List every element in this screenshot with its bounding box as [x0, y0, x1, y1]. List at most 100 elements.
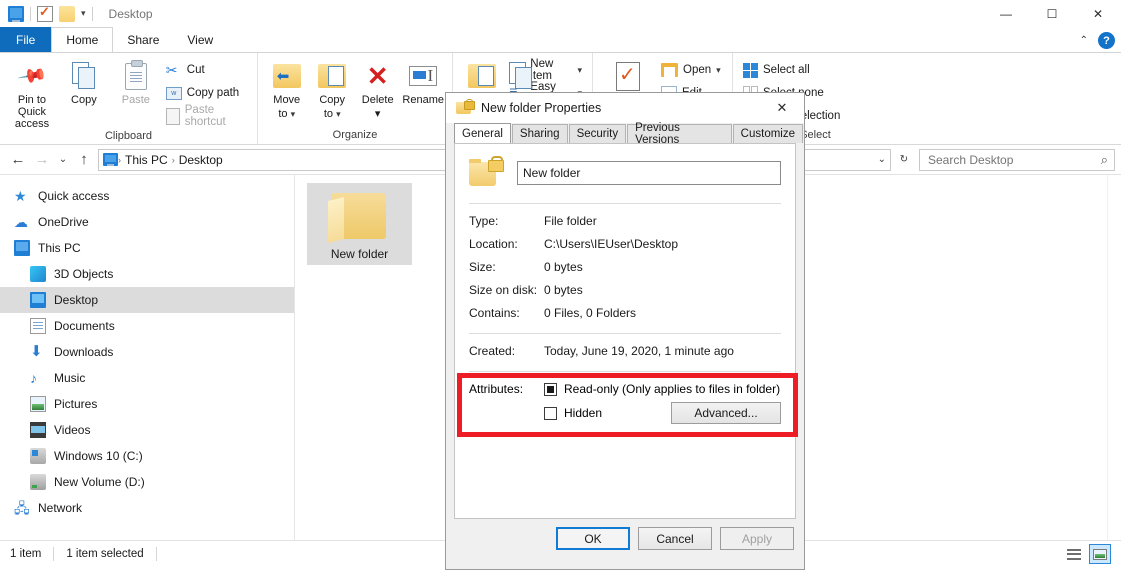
new-item-button[interactable]: New item ▾	[505, 60, 586, 80]
folder-name-input[interactable]	[517, 161, 781, 185]
forward-button[interactable]: →	[30, 148, 54, 172]
tab-home[interactable]: Home	[51, 27, 113, 52]
minimize-button[interactable]: —	[983, 0, 1029, 27]
property-label: Location:	[469, 237, 544, 251]
open-button[interactable]: Open ▾	[657, 60, 725, 80]
tab-file[interactable]: File	[0, 27, 51, 52]
button-label: Pin to Quick access	[8, 94, 56, 130]
copy-button[interactable]: Copy	[58, 56, 110, 106]
copy-path-button[interactable]: w Copy path	[162, 83, 251, 103]
group-label-clipboard: Clipboard	[0, 130, 257, 145]
property-label: Contains:	[469, 306, 544, 320]
sidebar-item-new-volume-d[interactable]: New Volume (D:)	[0, 469, 294, 495]
refresh-button[interactable]: ↻	[895, 148, 913, 172]
property-value: Today, June 19, 2020, 1 minute ago	[544, 344, 781, 358]
sidebar-item-label: This PC	[38, 241, 81, 255]
cut-button[interactable]: ✂ Cut	[162, 60, 251, 80]
sidebar-item-onedrive[interactable]: ☁ OneDrive	[0, 209, 294, 235]
property-row-size-on-disk: Size on disk: 0 bytes	[469, 283, 781, 297]
sidebar-item-this-pc[interactable]: This PC	[0, 235, 294, 261]
select-all-button[interactable]: Select all	[739, 60, 844, 80]
cancel-button[interactable]: Cancel	[638, 527, 712, 550]
window-title: Desktop	[109, 7, 153, 21]
hidden-checkbox[interactable]	[544, 407, 557, 420]
button-label: Paste	[122, 94, 150, 106]
status-item-count: 1 item	[10, 548, 41, 560]
button-label: Copy	[319, 94, 345, 106]
new-folder-button[interactable]	[459, 56, 505, 92]
dialog-close-button[interactable]: ✕	[760, 93, 804, 123]
maximize-button[interactable]: ☐	[1029, 0, 1075, 27]
sidebar-item-quick-access[interactable]: ★ Quick access	[0, 183, 294, 209]
tab-customize[interactable]: Customize	[733, 124, 803, 143]
tab-view[interactable]: View	[173, 27, 227, 52]
sidebar-item-downloads[interactable]: ⬇ Downloads	[0, 339, 294, 365]
sidebar-item-network[interactable]: 🖧 Network	[0, 495, 294, 521]
ribbon-tab-strip: File Home Share View ⌃ ?	[0, 27, 1121, 52]
breadcrumb-this-pc[interactable]: This PC	[121, 153, 172, 167]
tab-previous-versions[interactable]: Previous Versions	[627, 124, 732, 143]
details-view-button[interactable]	[1063, 544, 1085, 564]
large-icons-view-button[interactable]	[1089, 544, 1111, 564]
chevron-down-icon: ▾	[577, 65, 582, 76]
property-row-size: Size: 0 bytes	[469, 260, 781, 274]
new-folder-icon[interactable]	[59, 6, 75, 22]
attribute-row-readonly: Attributes: Read-only (Only applies to f…	[469, 382, 781, 396]
downloads-icon: ⬇	[30, 344, 46, 360]
address-dropdown-icon[interactable]: ⌄	[878, 154, 886, 165]
list-item[interactable]: New folder	[307, 183, 412, 265]
tab-security[interactable]: Security	[569, 124, 627, 143]
hidden-label: Hidden	[564, 406, 602, 420]
new-item-icon	[509, 62, 525, 78]
read-only-checkbox[interactable]	[544, 383, 557, 396]
tab-sharing[interactable]: Sharing	[512, 124, 568, 143]
sidebar-item-desktop[interactable]: Desktop	[0, 287, 294, 313]
sidebar-item-label: Desktop	[54, 293, 98, 307]
pc-icon	[14, 240, 30, 256]
search-icon[interactable]: ⌕	[1101, 152, 1108, 168]
close-button[interactable]: ✕	[1075, 0, 1121, 27]
tab-general[interactable]: General	[454, 123, 511, 143]
search-input[interactable]	[926, 152, 1101, 168]
copy-to-button[interactable]: Copy to ▾	[309, 56, 354, 120]
properties-icon[interactable]	[37, 6, 53, 22]
move-to-button[interactable]: Move to ▾	[264, 56, 309, 120]
sidebar-item-label: New Volume (D:)	[54, 475, 145, 489]
view-mode-buttons	[1063, 544, 1111, 564]
search-box[interactable]: ⌕	[919, 149, 1115, 171]
navigation-pane: ★ Quick access ☁ OneDrive This PC 3D Obj…	[0, 175, 295, 540]
collapse-ribbon-icon[interactable]: ⌃	[1080, 35, 1088, 46]
breadcrumb-desktop[interactable]: Desktop	[175, 153, 227, 167]
recent-locations-button[interactable]: ⌄	[54, 148, 72, 172]
properties-dialog: New folder Properties ✕ General Sharing …	[445, 92, 805, 570]
file-pane-scrollbar[interactable]	[1107, 175, 1121, 540]
sidebar-item-documents[interactable]: Documents	[0, 313, 294, 339]
sidebar-item-videos[interactable]: Videos	[0, 417, 294, 443]
chevron-down-icon: ▾	[375, 108, 381, 120]
desktop-icon[interactable]	[8, 6, 24, 22]
tab-share[interactable]: Share	[113, 27, 173, 52]
drive-icon	[30, 474, 46, 490]
help-button[interactable]: ?	[1098, 32, 1115, 49]
paste-button[interactable]: Paste	[110, 56, 162, 106]
rename-button[interactable]: Rename	[400, 56, 446, 106]
sidebar-item-music[interactable]: ♪ Music	[0, 365, 294, 391]
delete-button[interactable]: ✕ Delete ▾	[355, 56, 400, 120]
apply-button[interactable]: Apply	[720, 527, 794, 550]
sidebar-item-pictures[interactable]: Pictures	[0, 391, 294, 417]
paste-shortcut-button[interactable]: Paste shortcut	[162, 106, 251, 126]
properties-button[interactable]	[599, 56, 657, 92]
back-button[interactable]: ←	[6, 148, 30, 172]
sidebar-item-windows-c[interactable]: Windows 10 (C:)	[0, 443, 294, 469]
folder-lock-icon	[469, 156, 503, 190]
sidebar-item-3d-objects[interactable]: 3D Objects	[0, 261, 294, 287]
chevron-down-icon[interactable]: ▾	[81, 8, 86, 19]
ok-button[interactable]: OK	[556, 527, 630, 550]
folder-icon	[328, 189, 392, 243]
property-value: 0 bytes	[544, 260, 781, 274]
up-button[interactable]: ↑	[72, 148, 96, 172]
pin-to-quick-access-button[interactable]: 📌 Pin to Quick access	[6, 56, 58, 130]
dialog-title-bar: New folder Properties ✕	[446, 93, 804, 123]
advanced-button[interactable]: Advanced...	[671, 402, 781, 424]
divider	[30, 7, 31, 21]
